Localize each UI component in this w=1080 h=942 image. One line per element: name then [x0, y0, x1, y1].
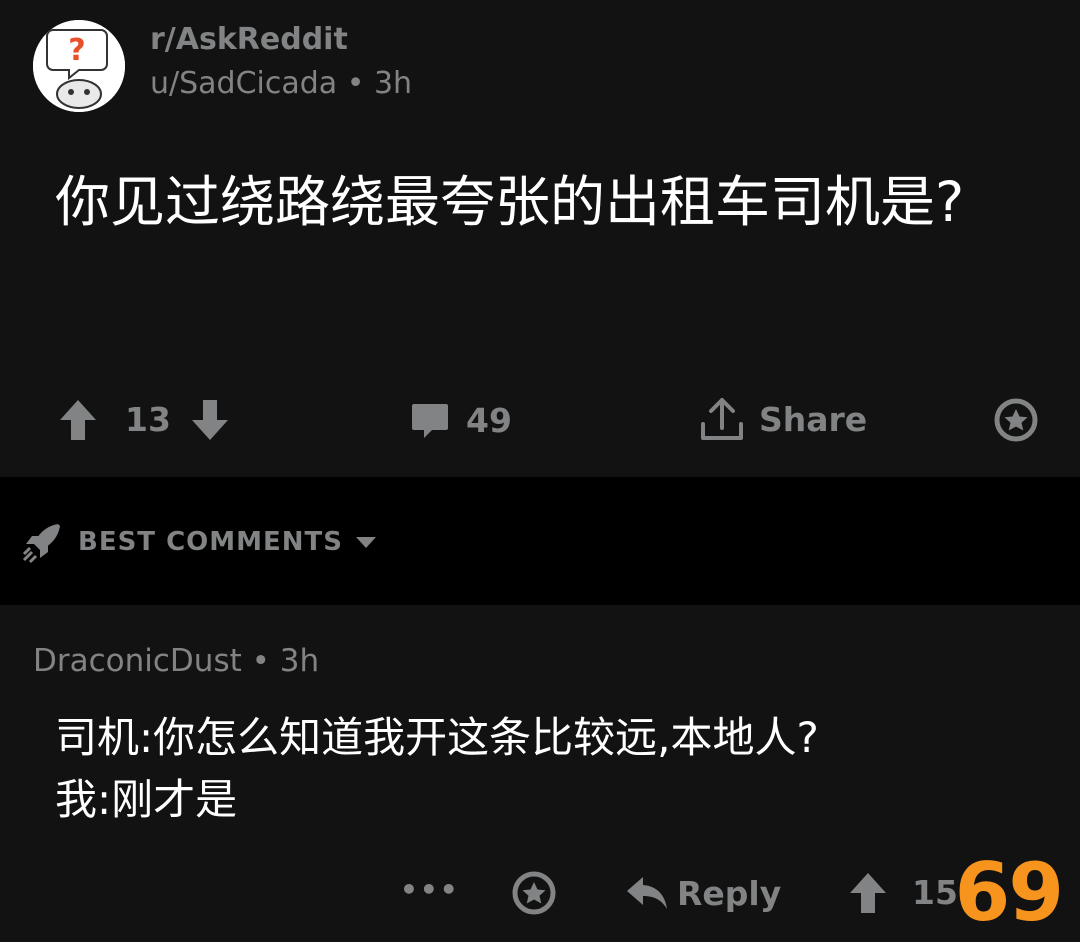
- share-icon: [701, 398, 743, 440]
- comment-line: 司机:你怎么知道我开这条比较远,本地人?: [55, 713, 819, 762]
- watermark-badge: 69: [954, 846, 1064, 939]
- post-author[interactable]: u/SadCicada: [150, 66, 337, 101]
- reply-button[interactable]: Reply: [625, 871, 781, 915]
- comment-line: 我:刚才是: [55, 775, 238, 824]
- sort-comments-dropdown[interactable]: BEST COMMENTS: [20, 520, 379, 564]
- subreddit-avatar[interactable]: ?: [33, 20, 125, 112]
- award-icon: [512, 871, 556, 915]
- reply-arrow-icon: [627, 877, 667, 909]
- comment-card: DraconicDust • 3h 司机:你怎么知道我开这条比较远,本地人? 我…: [0, 605, 1080, 942]
- comment-award-button[interactable]: [512, 871, 556, 915]
- award-icon: [994, 398, 1038, 442]
- award-button[interactable]: [994, 398, 1038, 442]
- rocket-icon: [22, 524, 60, 564]
- post-actions: 13 49 Share: [0, 390, 1080, 450]
- more-options-button[interactable]: •••: [400, 873, 460, 906]
- upvote-button[interactable]: [58, 398, 98, 442]
- share-label: Share: [759, 399, 868, 439]
- comment-vote-count: 15: [912, 873, 958, 912]
- separator-dot: •: [346, 66, 374, 101]
- caret-down-icon: [356, 537, 377, 548]
- post-meta: u/SadCicada • 3h: [150, 66, 412, 101]
- post-card: ? r/AskReddit u/SadCicada • 3h 你见过绕路绕最夸张…: [0, 0, 1080, 477]
- upvote-arrow-icon: [850, 873, 886, 913]
- askreddit-icon: ?: [33, 20, 125, 112]
- comment-meta: DraconicDust • 3h: [33, 643, 319, 679]
- subreddit-name[interactable]: r/AskReddit: [150, 22, 348, 57]
- separator-dot: •: [251, 643, 280, 679]
- comment-bubble-icon: [412, 404, 448, 438]
- svg-text:?: ?: [68, 33, 85, 68]
- vote-count: 13: [125, 400, 171, 439]
- comments-button[interactable]: 49: [410, 400, 512, 440]
- comment-actions: ••• Reply 15: [0, 867, 1080, 923]
- comment-count: 49: [466, 400, 512, 440]
- downvote-arrow-icon: [192, 400, 228, 440]
- comment-time: 3h: [279, 643, 320, 679]
- downvote-button[interactable]: [190, 398, 230, 442]
- share-button[interactable]: Share: [697, 394, 867, 444]
- comment-body: 司机:你怎么知道我开这条比较远,本地人? 我:刚才是: [55, 707, 1035, 831]
- post-time: 3h: [373, 66, 413, 101]
- reply-label: Reply: [677, 873, 782, 913]
- post-title[interactable]: 你见过绕路绕最夸张的出租车司机是?: [55, 158, 1025, 246]
- comment-upvote-button[interactable]: [848, 871, 888, 915]
- upvote-arrow-icon: [60, 400, 96, 440]
- comment-author[interactable]: DraconicDust: [33, 643, 242, 679]
- sort-label: BEST COMMENTS: [78, 527, 344, 557]
